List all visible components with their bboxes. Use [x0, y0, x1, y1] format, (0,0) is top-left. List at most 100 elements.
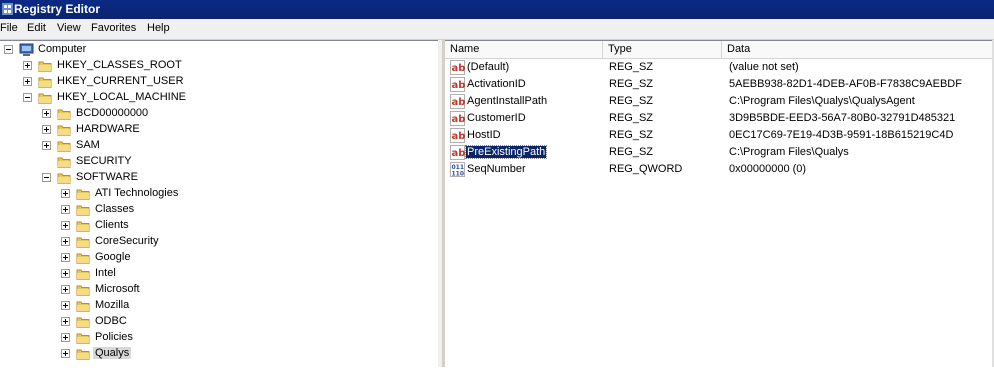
tree-item[interactable]: Classes [0, 202, 438, 218]
tree-item[interactable]: Policies [0, 330, 438, 346]
folder-icon [76, 235, 91, 249]
value-data: 0EC17C69-7E19-4D3B-9591-18B615219C4D [729, 129, 954, 141]
tree-item[interactable]: SAM [0, 138, 438, 154]
tree-item[interactable]: ODBC [0, 314, 438, 330]
value-type: REG_SZ [609, 61, 654, 73]
tree-item-label[interactable]: HKEY_LOCAL_MACHINE [55, 91, 188, 103]
tree-item[interactable]: CoreSecurity [0, 234, 438, 250]
column-header-type[interactable]: Type [603, 41, 722, 58]
expand-icon[interactable] [42, 141, 51, 150]
tree-item[interactable]: BCD00000000 [0, 106, 438, 122]
tree-item[interactable]: Microsoft [0, 282, 438, 298]
window-title: Registry Editor [14, 2, 101, 16]
value-type: REG_SZ [609, 78, 654, 90]
expand-icon[interactable] [61, 269, 70, 278]
collapse-icon[interactable] [4, 45, 13, 54]
tree-item[interactable]: Google [0, 250, 438, 266]
tree-item-label[interactable]: Policies [93, 331, 135, 343]
tree-item-label[interactable]: HKEY_CLASSES_ROOT [55, 59, 184, 71]
expand-icon[interactable] [61, 317, 70, 326]
folder-icon [57, 123, 72, 137]
folder-icon [76, 315, 91, 329]
expand-icon[interactable] [23, 61, 32, 70]
expand-icon[interactable] [42, 109, 51, 118]
column-header-data[interactable]: Data [722, 41, 994, 58]
menu-favorites[interactable]: Favorites [91, 22, 136, 34]
value-row[interactable]: 011 110 SeqNumber REG_QWORD 0x00000000 (0) [445, 161, 994, 178]
list-header: Name Type Data [445, 41, 994, 59]
tree-item[interactable]: Qualys [0, 346, 438, 362]
tree-item-label[interactable]: Mozilla [93, 299, 131, 311]
expand-icon[interactable] [42, 125, 51, 134]
expand-icon[interactable] [61, 333, 70, 342]
tree-item[interactable]: HKEY_CLASSES_ROOT [0, 58, 438, 74]
tree-item[interactable]: SOFTWARE [0, 170, 438, 186]
key-tree-pane[interactable]: Computer HKEY_CLASSES_ROOT HKEY_CURRENT_US… [0, 40, 438, 368]
expand-icon[interactable] [23, 77, 32, 86]
tree-item-label[interactable]: Clients [93, 219, 131, 231]
tree-item-label[interactable]: HARDWARE [74, 123, 142, 135]
tree-item-label[interactable]: BCD00000000 [74, 107, 150, 119]
expand-icon[interactable] [61, 285, 70, 294]
tree-item-label[interactable]: Computer [36, 43, 88, 55]
tree-item-label[interactable]: SECURITY [74, 155, 134, 167]
tree-item-label[interactable]: Google [93, 251, 132, 263]
value-data: 0x00000000 (0) [729, 163, 807, 175]
value-row[interactable]: ab PreExistingPath REG_SZ C:\Program Files\… [445, 144, 994, 161]
collapse-icon[interactable] [42, 173, 51, 182]
svg-text:ab: ab [452, 97, 466, 108]
tree-item-label[interactable]: Microsoft [93, 283, 142, 295]
tree-item[interactable]: Intel [0, 266, 438, 282]
tree-item-label[interactable]: Intel [93, 267, 118, 279]
tree-item[interactable]: HKEY_CURRENT_USER [0, 74, 438, 90]
tree-item[interactable]: Clients [0, 218, 438, 234]
expand-icon[interactable] [61, 301, 70, 310]
tree-item[interactable]: SECURITY [0, 154, 438, 170]
expand-icon[interactable] [61, 253, 70, 262]
tree-item[interactable]: Mozilla [0, 298, 438, 314]
tree-item-label[interactable]: ODBC [93, 315, 129, 327]
value-row[interactable]: ab CustomerID REG_SZ 3D9B5BDE-EED3-56A7-80B… [445, 110, 994, 127]
registry-editor-app-icon [2, 3, 13, 15]
expand-icon[interactable] [61, 221, 70, 230]
value-row[interactable]: ab (Default) REG_SZ (value not set) [445, 59, 994, 76]
tree-item[interactable]: ATI Technologies [0, 186, 438, 202]
value-data: C:\Program Files\Qualys\QualysAgent [729, 95, 915, 107]
tree-item-label[interactable]: CoreSecurity [93, 235, 161, 247]
value-row[interactable]: ab AgentInstallPath REG_SZ C:\Program Files… [445, 93, 994, 110]
expand-icon[interactable] [61, 205, 70, 214]
tree-item-label[interactable]: Classes [93, 203, 136, 215]
tree-item[interactable]: HARDWARE [0, 122, 438, 138]
expand-icon[interactable] [61, 189, 70, 198]
column-header-name[interactable]: Name [445, 41, 603, 58]
string-value-icon: ab [450, 128, 465, 143]
tree-item-label[interactable]: ATI Technologies [93, 187, 180, 199]
value-type: REG_SZ [609, 95, 654, 107]
folder-icon [57, 107, 72, 121]
tree-item-label[interactable]: Qualys [93, 347, 132, 359]
tree-item-label[interactable]: SOFTWARE [74, 171, 140, 183]
tree-item[interactable]: HKEY_LOCAL_MACHINE [0, 90, 438, 106]
menu-edit[interactable]: Edit [27, 22, 46, 34]
folder-icon [76, 267, 91, 281]
value-name: HostID [467, 129, 501, 141]
expand-icon[interactable] [61, 349, 70, 358]
menu-file[interactable]: File [0, 22, 18, 34]
value-type: REG_SZ [609, 146, 654, 158]
value-list-pane[interactable]: Name Type Data ab (Default) REG_SZ (value not… [445, 40, 994, 368]
tree-item[interactable]: Computer [0, 42, 438, 58]
value-name: CustomerID [467, 112, 526, 124]
value-row[interactable]: ab HostID REG_SZ 0EC17C69-7E19-4D3B-9591-18… [445, 127, 994, 144]
tree-item-label[interactable]: SAM [74, 139, 102, 151]
expand-icon[interactable] [61, 237, 70, 246]
title-bar[interactable]: Registry Editor [0, 0, 994, 19]
folder-icon [76, 283, 91, 297]
value-data: C:\Program Files\Qualys [729, 146, 849, 158]
value-row[interactable]: ab ActivationID REG_SZ 5AEBB938-82D1-4DEB-A… [445, 76, 994, 93]
folder-icon [76, 219, 91, 233]
collapse-icon[interactable] [23, 93, 32, 102]
menu-view[interactable]: View [57, 22, 81, 34]
folder-icon [38, 59, 53, 73]
tree-item-label[interactable]: HKEY_CURRENT_USER [55, 75, 186, 87]
menu-help[interactable]: Help [147, 22, 170, 34]
